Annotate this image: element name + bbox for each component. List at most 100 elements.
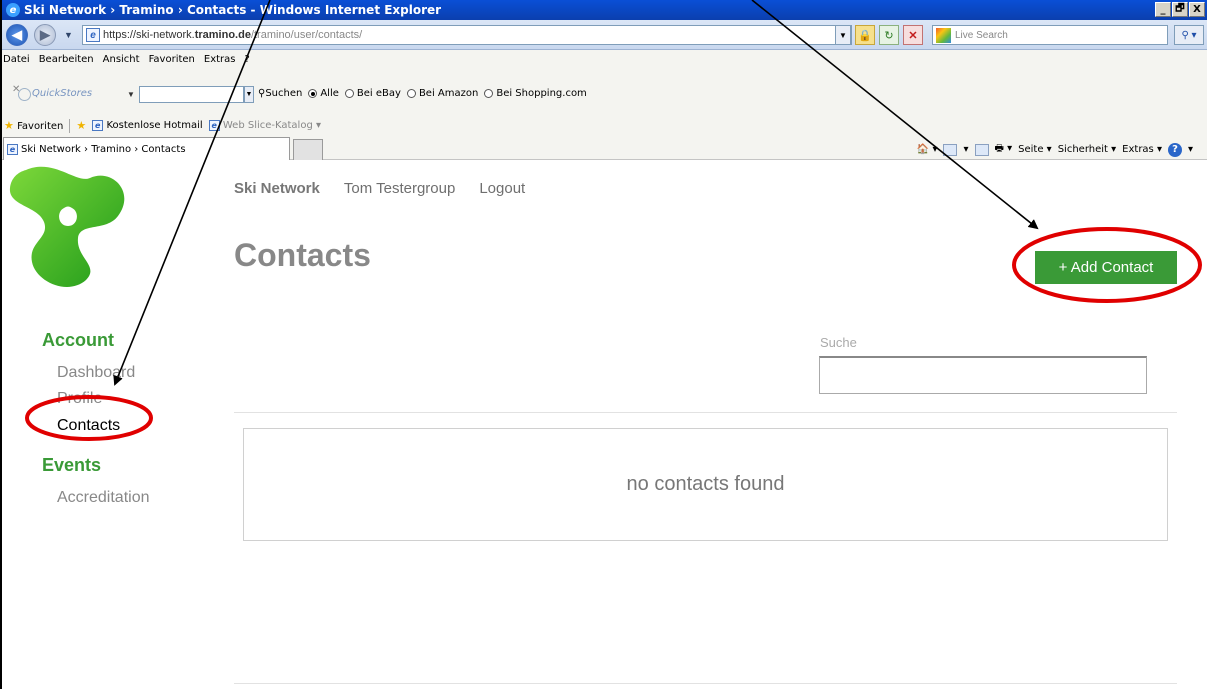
window-controls: _ 🗗 X <box>1155 2 1205 17</box>
page-title: Contacts <box>234 237 371 273</box>
tab-contacts[interactable]: e Ski Network › Tramino › Contacts <box>3 137 290 160</box>
menu-edit[interactable]: Bearbeiten <box>39 54 94 65</box>
sidebar-item-contacts[interactable]: Contacts <box>57 417 120 435</box>
lock-icon[interactable]: 🔒 <box>855 25 875 45</box>
sidebar-item-accreditation[interactable]: Accreditation <box>57 489 150 507</box>
quickstores-search-options: ⚲Suchen Alle Bei eBay Bei Amazon Bei Sho… <box>258 88 587 99</box>
sidebar-heading-events: Events <box>42 455 102 475</box>
chevron-down-icon: ▾ <box>1187 144 1193 155</box>
menu-favorites[interactable]: Favoriten <box>149 54 195 65</box>
page-menu-label: Seite <box>1018 144 1044 155</box>
tools-menu[interactable]: Extras ▾ <box>1122 144 1162 155</box>
search-go-button[interactable]: ⚲ ▾ <box>1174 25 1204 45</box>
radio-icon <box>484 88 494 98</box>
address-dropdown-button[interactable]: ▼ <box>835 25 851 45</box>
live-search-logo-icon <box>936 28 951 43</box>
menu-file[interactable]: Datei <box>3 54 30 65</box>
live-search-field[interactable]: Live Search <box>932 25 1168 45</box>
nav-logout-link[interactable]: Logout <box>479 180 525 197</box>
contacts-list-empty: no contacts found <box>243 428 1168 541</box>
window-titlebar: e Ski Network › Tramino › Contacts - Win… <box>2 0 1207 20</box>
maximize-button[interactable]: 🗗 <box>1172 2 1188 17</box>
back-button[interactable]: ◀ <box>6 24 28 46</box>
radio-amazon[interactable]: Bei Amazon <box>406 88 479 99</box>
sidebar-heading-account: Account <box>42 330 114 350</box>
quickstores-dropdown-icon[interactable]: ▼ <box>127 90 135 99</box>
nav-brand-link[interactable]: Ski Network <box>234 180 320 197</box>
quickstores-search-input[interactable] <box>139 86 244 103</box>
radio-icon <box>344 88 354 98</box>
menu-bar: Datei Bearbeiten Ansicht Favoriten Extra… <box>2 50 1207 68</box>
radio-selected-icon <box>308 88 318 98</box>
back-arrow-icon: ◀ <box>12 27 22 42</box>
sidebar-item-dashboard[interactable]: Dashboard <box>57 364 135 382</box>
ie-page-icon: e <box>7 143 18 155</box>
ie-logo-icon: e <box>6 3 20 17</box>
add-contact-button[interactable]: + Add Contact <box>1035 251 1177 284</box>
history-dropdown-icon[interactable]: ▼ <box>64 30 73 40</box>
fav-link-webslice-label: Web Slice-Katalog <box>222 120 313 131</box>
radio-amazon-label: Bei Amazon <box>418 88 479 99</box>
sidebar-item-profile[interactable]: Profile <box>57 390 102 408</box>
url-host: tramino.de <box>194 29 251 41</box>
radio-all-label: Alle <box>320 88 339 99</box>
live-search-placeholder: Live Search <box>955 29 1008 41</box>
quickstores-logo[interactable]: QuickStores <box>17 88 92 101</box>
search-input[interactable] <box>819 356 1147 394</box>
divider <box>234 412 1177 413</box>
home-icon[interactable]: 🏠 ▾ <box>917 144 938 155</box>
add-favorite-icon[interactable]: ★ <box>76 119 86 132</box>
divider <box>234 683 1177 684</box>
radio-icon <box>406 88 416 98</box>
chevron-down-icon: ▾ <box>963 144 969 155</box>
nav-user-link[interactable]: Tom Testergroup <box>344 180 455 197</box>
top-nav: Ski Network Tom Testergroup Logout <box>234 180 525 197</box>
url-prefix: https://ski-network. <box>103 29 195 41</box>
url-path: /tramino/user/contacts/ <box>250 29 363 41</box>
feeds-icon[interactable] <box>943 143 958 156</box>
radio-shopping-label: Bei Shopping.com <box>496 88 587 99</box>
fav-link-hotmail-label: Kostenlose Hotmail <box>106 120 203 131</box>
site-logo[interactable] <box>8 162 128 290</box>
ie-page-icon: e <box>92 120 104 131</box>
search-label: Suche <box>820 335 857 350</box>
forward-button[interactable]: ▶ <box>34 24 56 46</box>
minimize-button[interactable]: _ <box>1155 2 1171 17</box>
radio-ebay-label: Bei eBay <box>356 88 401 99</box>
close-window-button[interactable]: X <box>1189 2 1205 17</box>
help-icon[interactable]: ? <box>1167 142 1182 157</box>
security-menu-label: Sicherheit <box>1057 144 1108 155</box>
favorites-button[interactable]: ★ Favoriten <box>4 119 63 132</box>
stop-icon[interactable]: ✕ <box>903 25 923 45</box>
radio-shopping[interactable]: Bei Shopping.com <box>484 88 587 99</box>
quickstores-input-dropdown-icon[interactable]: ▼ <box>244 86 254 103</box>
fav-link-webslice[interactable]: e Web Slice-Katalog ▾ <box>208 120 321 131</box>
mail-icon[interactable] <box>974 143 989 156</box>
ie-page-icon: e <box>208 120 220 131</box>
divider <box>69 118 71 133</box>
magnifier-icon: ⚲ ▾ <box>1181 29 1197 41</box>
favorites-label: Favoriten <box>17 121 64 132</box>
radio-all[interactable]: Alle <box>308 88 339 99</box>
print-icon[interactable]: 🖶 ▾ <box>995 141 1013 158</box>
new-tab-button[interactable] <box>293 139 323 160</box>
menu-tools[interactable]: Extras <box>204 54 236 65</box>
refresh-icon[interactable]: ↻ <box>879 25 899 45</box>
page-menu[interactable]: Seite ▾ <box>1018 144 1052 155</box>
menu-view[interactable]: Ansicht <box>103 54 140 65</box>
quickstores-toolbar: ✕ QuickStores ▼ ▼ ⚲Suchen Alle Bei eBay … <box>2 68 1207 118</box>
address-toolbar: ◀ ▶ ▼ e https://ski-network. tramino.de/t… <box>2 20 1207 50</box>
fav-link-hotmail[interactable]: e Kostenlose Hotmail <box>92 120 203 131</box>
tab-title: Ski Network › Tramino › Contacts <box>21 143 186 155</box>
window-title: Ski Network › Tramino › Contacts - Windo… <box>24 3 442 17</box>
page-icon: e <box>86 28 100 42</box>
tab-row: e Ski Network › Tramino › Contacts 🏠 ▾ ▾… <box>2 133 1207 160</box>
radio-ebay[interactable]: Bei eBay <box>344 88 401 99</box>
quickstores-search-button[interactable]: ⚲Suchen <box>258 88 302 99</box>
menu-help[interactable]: ? <box>245 54 250 65</box>
forward-arrow-icon: ▶ <box>40 27 50 42</box>
security-menu[interactable]: Sicherheit ▾ <box>1058 144 1116 155</box>
empty-message: no contacts found <box>626 473 785 495</box>
address-bar[interactable]: e https://ski-network. tramino.de/tramino… <box>82 25 852 45</box>
star-icon: ★ <box>4 119 14 132</box>
